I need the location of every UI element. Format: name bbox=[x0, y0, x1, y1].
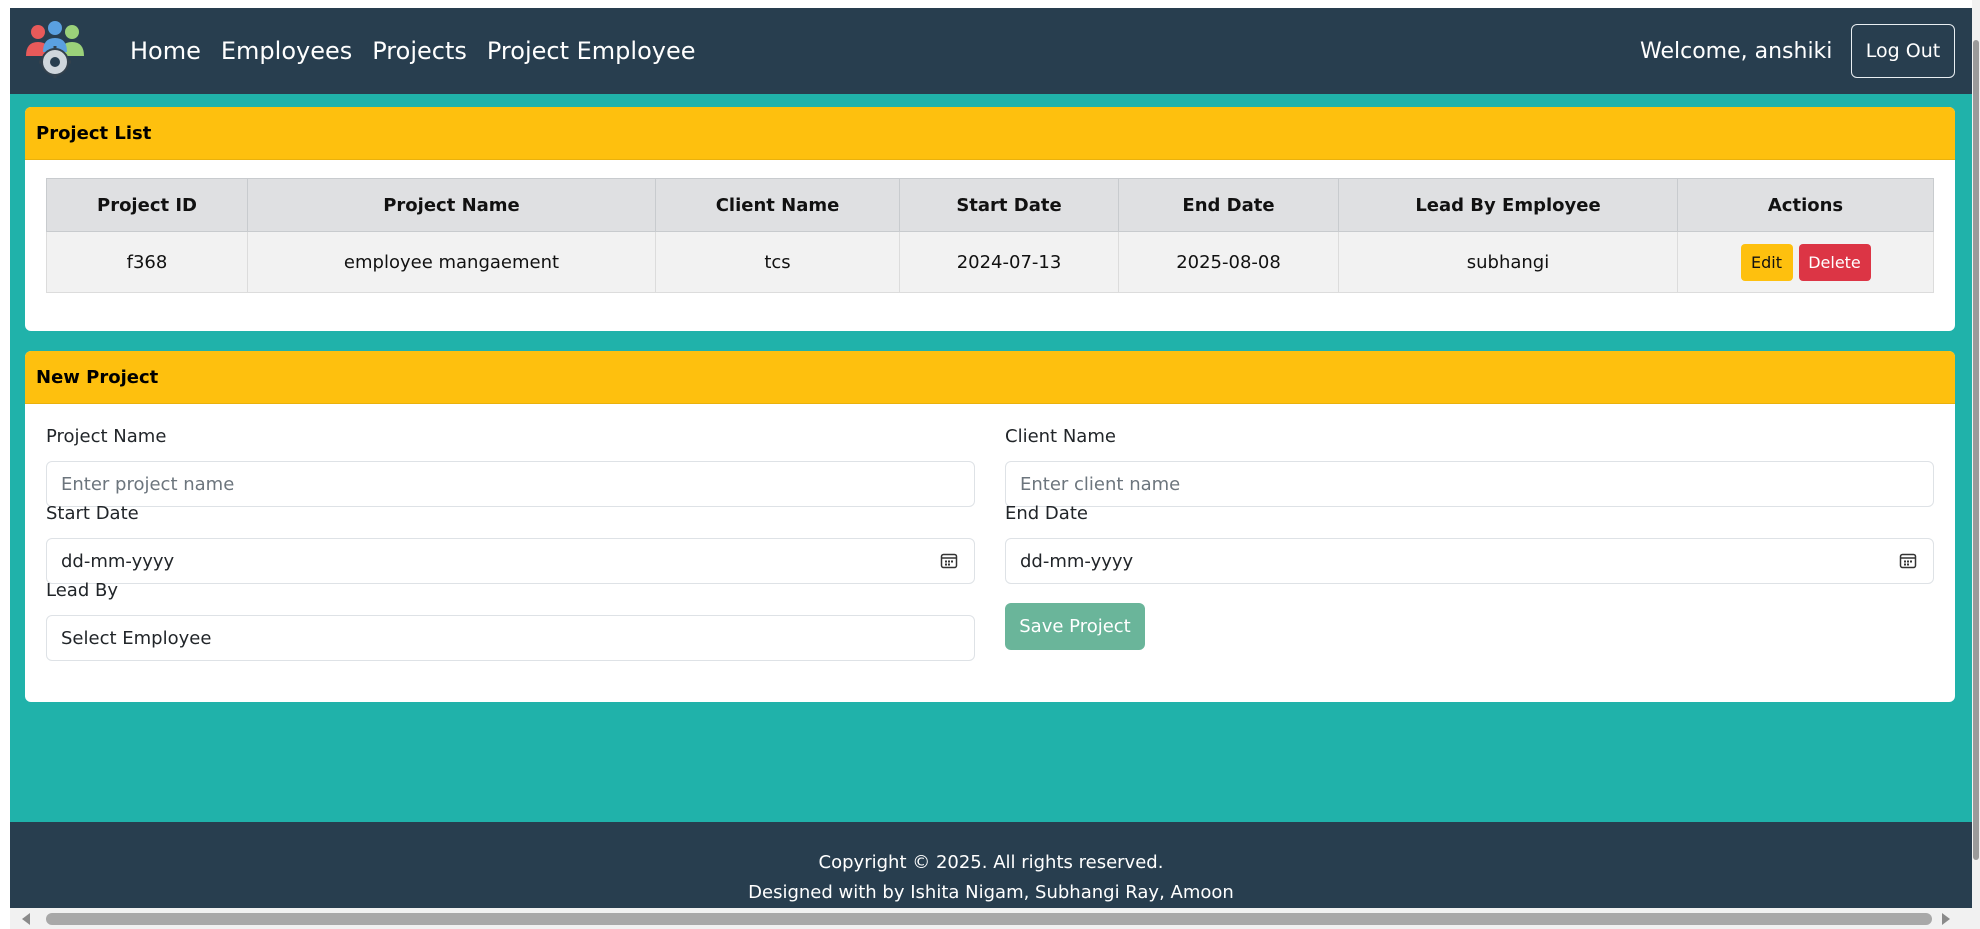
edit-button[interactable]: Edit bbox=[1740, 243, 1793, 281]
project-list-header: Project List bbox=[25, 107, 1955, 160]
footer-copyright: Copyright © 2025. All rights reserved. bbox=[818, 852, 1164, 873]
table-header-row: Project ID Project Name Client Name Star… bbox=[46, 178, 1934, 232]
col-client-name: Client Name bbox=[655, 178, 900, 232]
project-name-input[interactable] bbox=[46, 461, 975, 507]
delete-button[interactable]: Delete bbox=[1798, 243, 1871, 281]
col-project-name: Project Name bbox=[247, 178, 656, 232]
calendar-icon[interactable] bbox=[1899, 552, 1917, 570]
cell-actions: Edit Delete bbox=[1677, 231, 1934, 293]
footer: Copyright © 2025. All rights reserved. D… bbox=[10, 822, 1972, 908]
footer-credits: Designed with by Ishita Nigam, Subhangi … bbox=[748, 882, 1234, 903]
horizontal-scrollbar[interactable] bbox=[10, 908, 1972, 929]
cell-lead-by: subhangi bbox=[1338, 231, 1678, 293]
team-logo-icon[interactable] bbox=[24, 18, 86, 80]
col-lead-by: Lead By Employee bbox=[1338, 178, 1678, 232]
end-date-label: End Date bbox=[1005, 503, 1088, 524]
nav-employees[interactable]: Employees bbox=[221, 37, 352, 65]
new-project-header: New Project bbox=[25, 351, 1955, 404]
nav-home[interactable]: Home bbox=[130, 37, 201, 65]
new-project-card: New Project Project Name Client Name Sta… bbox=[25, 351, 1955, 702]
project-name-label: Project Name bbox=[46, 426, 167, 447]
vertical-scroll-thumb[interactable] bbox=[1973, 40, 1979, 860]
cell-start-date: 2024-07-13 bbox=[899, 231, 1119, 293]
col-start-date: Start Date bbox=[899, 178, 1119, 232]
vertical-scrollbar[interactable] bbox=[1972, 0, 1980, 929]
start-date-input[interactable]: dd-mm-yyyy bbox=[46, 538, 975, 584]
logout-button[interactable]: Log Out bbox=[1851, 24, 1955, 78]
col-project-id: Project ID bbox=[46, 178, 248, 232]
lead-by-label: Lead By bbox=[46, 580, 118, 601]
cell-end-date: 2025-08-08 bbox=[1118, 231, 1339, 293]
client-name-label: Client Name bbox=[1005, 426, 1116, 447]
table-row: f368 employee mangaement tcs 2024-07-13 … bbox=[46, 231, 1934, 293]
calendar-icon[interactable] bbox=[940, 552, 958, 570]
navbar: Home Employees Projects Project Employee… bbox=[10, 8, 1972, 94]
project-table: Project ID Project Name Client Name Star… bbox=[46, 178, 1934, 293]
cell-project-name: employee mangaement bbox=[247, 231, 656, 293]
col-actions: Actions bbox=[1677, 178, 1934, 232]
app-root: Home Employees Projects Project Employee… bbox=[10, 8, 1972, 908]
scroll-left-arrow-icon[interactable] bbox=[22, 913, 30, 925]
col-end-date: End Date bbox=[1118, 178, 1339, 232]
horizontal-scroll-thumb[interactable] bbox=[46, 913, 1932, 925]
save-project-button[interactable]: Save Project bbox=[1005, 603, 1145, 650]
nav-links: Home Employees Projects Project Employee bbox=[130, 8, 715, 94]
end-date-input[interactable]: dd-mm-yyyy bbox=[1005, 538, 1934, 584]
cell-client-name: tcs bbox=[655, 231, 900, 293]
welcome-text: Welcome, anshiki bbox=[1640, 38, 1833, 64]
nav-projects[interactable]: Projects bbox=[372, 37, 467, 65]
scroll-right-arrow-icon[interactable] bbox=[1942, 913, 1950, 925]
project-list-card: Project List Project ID Project Name Cli… bbox=[25, 107, 1955, 331]
nav-project-employee[interactable]: Project Employee bbox=[487, 37, 696, 65]
lead-by-value: Select Employee bbox=[61, 627, 212, 649]
start-date-label: Start Date bbox=[46, 503, 139, 524]
cell-project-id: f368 bbox=[46, 231, 248, 293]
start-date-value: dd-mm-yyyy bbox=[61, 550, 175, 572]
client-name-input[interactable] bbox=[1005, 461, 1934, 507]
lead-by-select[interactable]: Select Employee bbox=[46, 615, 975, 661]
end-date-value: dd-mm-yyyy bbox=[1020, 550, 1134, 572]
